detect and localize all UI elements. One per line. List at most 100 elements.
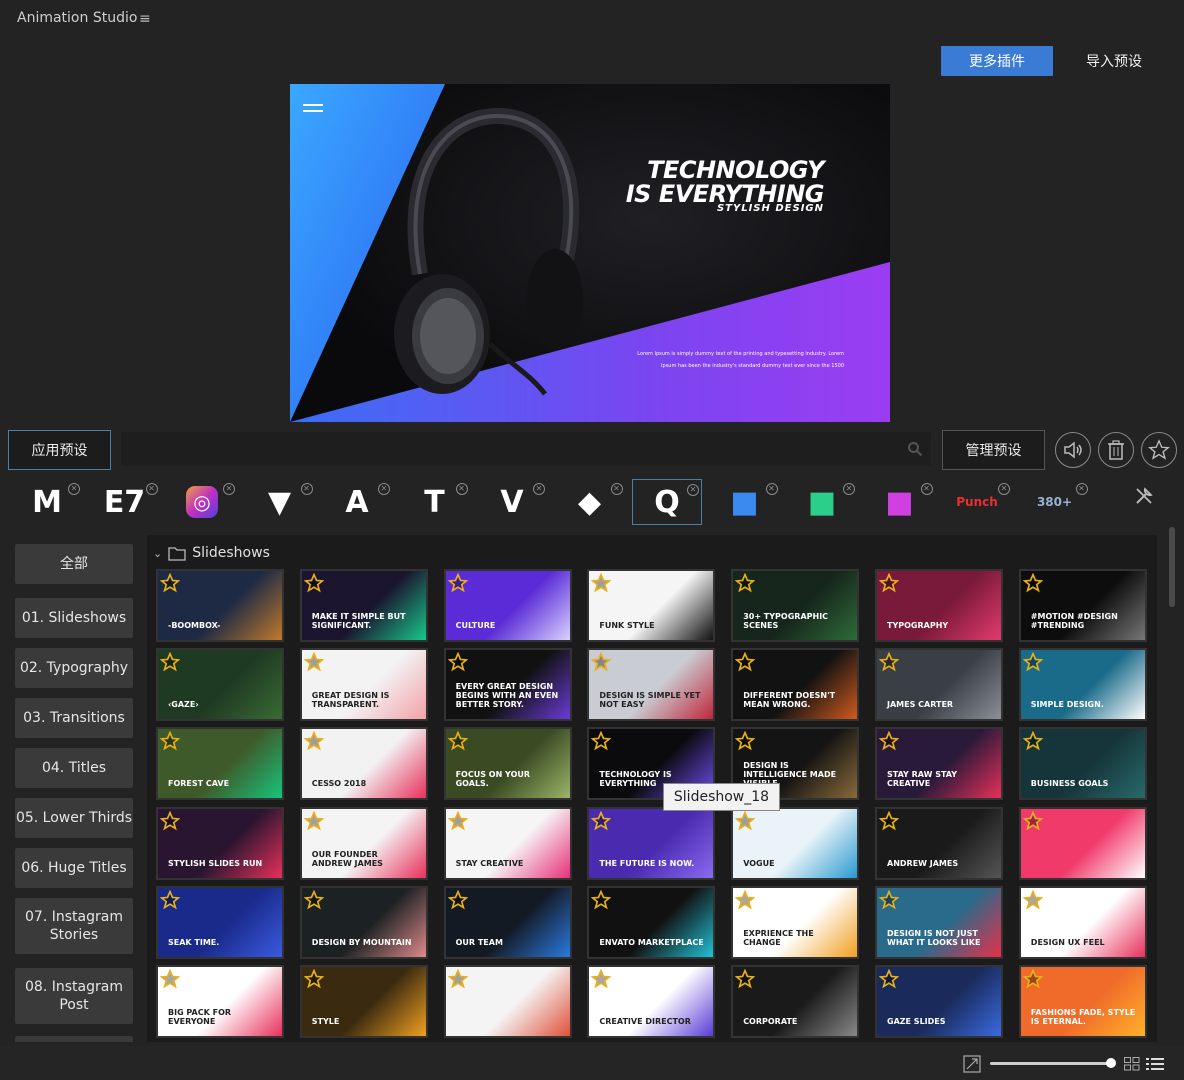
favorite-star-icon[interactable]: [447, 889, 468, 910]
preset-thumbnail[interactable]: SEAK TIME.: [156, 885, 284, 959]
favorite-star-icon[interactable]: [1022, 731, 1043, 751]
sound-button[interactable]: [1055, 432, 1091, 468]
favorite-star-icon[interactable]: [1022, 810, 1043, 831]
preset-thumbnail[interactable]: -BOOMBOX-: [156, 569, 284, 642]
category-item[interactable]: 06. Huge Titles: [15, 848, 133, 888]
favorite-star-icon[interactable]: [1022, 573, 1043, 593]
thumbnail-size-slider[interactable]: [990, 1062, 1110, 1065]
preset-thumbnail[interactable]: ‹GAZE›: [156, 648, 284, 722]
preset-thumbnail[interactable]: [443, 965, 572, 1038]
favorite-star-icon[interactable]: [160, 810, 180, 831]
favorite-star-icon[interactable]: [735, 810, 756, 831]
plugin-tab-transitions-logo[interactable]: 380+ ✕: [1020, 479, 1090, 525]
preset-thumbnail[interactable]: #MOTION #DESIGN #TRENDING: [1018, 569, 1147, 642]
category-item[interactable]: 08. Instagram Post: [15, 968, 133, 1024]
preset-thumbnail[interactable]: CESSO 2018: [299, 727, 428, 801]
close-icon[interactable]: ✕: [300, 483, 313, 495]
preset-thumbnail[interactable]: DESIGN UX FEEL: [1018, 885, 1147, 959]
category-item[interactable]: 05. Lower Thirds: [15, 798, 133, 838]
preset-thumbnail[interactable]: Andrew James: [875, 806, 1003, 880]
close-icon[interactable]: ✕: [843, 483, 855, 495]
category-item[interactable]: 全部: [15, 544, 133, 584]
favorite-star-icon[interactable]: [447, 573, 468, 593]
plugin-tab-nodes-logo[interactable]: ◆ ✕: [555, 479, 625, 525]
plugin-tab-pink-cube-logo[interactable]: ■ ✕: [865, 479, 935, 525]
favorite-star-icon[interactable]: [735, 573, 756, 593]
delete-button[interactable]: [1098, 432, 1134, 468]
favorite-star-icon[interactable]: [303, 969, 324, 989]
favorite-star-icon[interactable]: [160, 969, 180, 989]
favorite-star-icon[interactable]: [1022, 969, 1043, 989]
plugin-tab-m-logo[interactable]: M ✕: [12, 479, 82, 525]
preset-thumbnail[interactable]: DESIGN IS SIMPLE YET NOT EASY: [587, 648, 716, 722]
plugin-tab-instagram-logo[interactable]: ◎ ✕: [167, 479, 237, 525]
preset-thumbnail[interactable]: EVERY GREAT DESIGN BEGINS WITH AN EVEN B…: [443, 648, 572, 722]
favorite-star-icon[interactable]: [160, 573, 180, 593]
favorite-star-icon[interactable]: [1022, 889, 1043, 910]
category-item[interactable]: 02. Typography: [15, 648, 133, 688]
favorite-star-icon[interactable]: [879, 573, 899, 593]
favorite-star-icon[interactable]: [160, 731, 180, 751]
hamburger-menu-icon[interactable]: ≡: [139, 11, 151, 27]
category-item[interactable]: 03. Transitions: [15, 698, 133, 738]
preset-thumbnail[interactable]: THE FUTURE IS NOW.: [587, 806, 716, 880]
preset-thumbnail[interactable]: [1018, 806, 1147, 880]
grid-view-icon[interactable]: [1124, 1057, 1140, 1071]
plugin-tab-chevron-badge-logo[interactable]: ▼ ✕: [245, 479, 315, 525]
favorite-star-icon[interactable]: [1022, 652, 1043, 672]
preset-thumbnail[interactable]: EXPRIENCE THE CHANGE: [731, 885, 860, 959]
preset-thumbnail[interactable]: SIMPLE DESIGN.: [1018, 648, 1147, 722]
favorite-star-icon[interactable]: [303, 889, 324, 910]
apply-preset-button[interactable]: 应用预设: [8, 430, 111, 470]
import-presets-button[interactable]: 导入预设: [1068, 46, 1160, 76]
favorite-star-icon[interactable]: [303, 810, 324, 831]
plugin-tab-blue-cube-logo[interactable]: ■ ✕: [710, 479, 780, 525]
plugin-tab-green-cube-logo[interactable]: ■ ✕: [787, 479, 857, 525]
preset-thumbnail[interactable]: JAMES CARTER: [875, 648, 1003, 722]
preset-thumbnail[interactable]: MAKE IT SIMPLE BUT SIGNIFICANT.: [299, 569, 428, 642]
favorite-star-icon[interactable]: [591, 652, 612, 672]
search-input[interactable]: [121, 432, 931, 466]
preset-thumbnail[interactable]: Funk Style: [587, 569, 716, 642]
plugin-tab-v-logo[interactable]: V ✕: [477, 479, 547, 525]
close-icon[interactable]: ✕: [223, 483, 235, 495]
favorite-button[interactable]: [1141, 432, 1177, 468]
close-icon[interactable]: ✕: [998, 483, 1010, 495]
preset-thumbnail[interactable]: OUR FOUNDER ANDREW JAMES: [299, 806, 428, 880]
favorite-star-icon[interactable]: [735, 731, 756, 751]
preset-thumbnail[interactable]: FOCUS ON YOUR GOALS.: [443, 727, 572, 801]
favorite-star-icon[interactable]: [879, 652, 899, 672]
preset-thumbnail[interactable]: 30+ TYPOGRAPHIC SCENES: [731, 569, 860, 642]
favorite-star-icon[interactable]: [303, 573, 324, 593]
close-icon[interactable]: ✕: [145, 483, 158, 495]
preset-thumbnail[interactable]: BUSINESS GOALS: [1018, 727, 1147, 801]
close-icon[interactable]: ✕: [610, 483, 623, 495]
plugin-tab-ey-logo[interactable]: E7 ✕: [90, 479, 160, 525]
preset-thumbnail[interactable]: ENVATO MARKETPLACE: [587, 885, 716, 959]
preset-thumbnail[interactable]: DIFFERENT DOESN'T MEAN WRONG.: [731, 648, 860, 722]
plugin-tab-punch-logo[interactable]: Punch ✕: [942, 479, 1012, 525]
list-view-icon[interactable]: [1146, 1057, 1164, 1071]
favorite-star-icon[interactable]: [447, 969, 468, 989]
plugin-tab-q-logo[interactable]: Q ✕: [632, 479, 702, 525]
plugin-tab-t-logo[interactable]: T ✕: [400, 479, 470, 525]
preset-thumbnail[interactable]: CREATIVE DIRECTOR: [587, 965, 716, 1038]
preset-thumbnail[interactable]: Fashions fade, style is eternal.: [1018, 965, 1147, 1038]
favorite-star-icon[interactable]: [303, 731, 324, 751]
close-icon[interactable]: ✕: [687, 484, 699, 496]
favorite-star-icon[interactable]: [879, 969, 899, 989]
favorite-star-icon[interactable]: [447, 652, 468, 672]
preset-thumbnail[interactable]: TYPOGRAPHY: [875, 569, 1003, 642]
slider-handle[interactable]: [1106, 1058, 1116, 1068]
close-icon[interactable]: ✕: [533, 483, 545, 495]
category-item[interactable]: [15, 1036, 133, 1042]
search-icon[interactable]: [907, 441, 923, 457]
favorite-star-icon[interactable]: [735, 889, 756, 910]
fit-size-icon[interactable]: [963, 1055, 981, 1073]
preset-thumbnail[interactable]: Great design is transparent.: [299, 648, 428, 722]
favorite-star-icon[interactable]: [879, 889, 899, 910]
preset-thumbnail[interactable]: CULTURE: [443, 569, 572, 642]
preset-thumbnail[interactable]: GAZE SLIDES: [875, 965, 1003, 1038]
preset-thumbnail[interactable]: STAY CREATIVE: [443, 806, 572, 880]
close-icon[interactable]: ✕: [1075, 483, 1088, 495]
